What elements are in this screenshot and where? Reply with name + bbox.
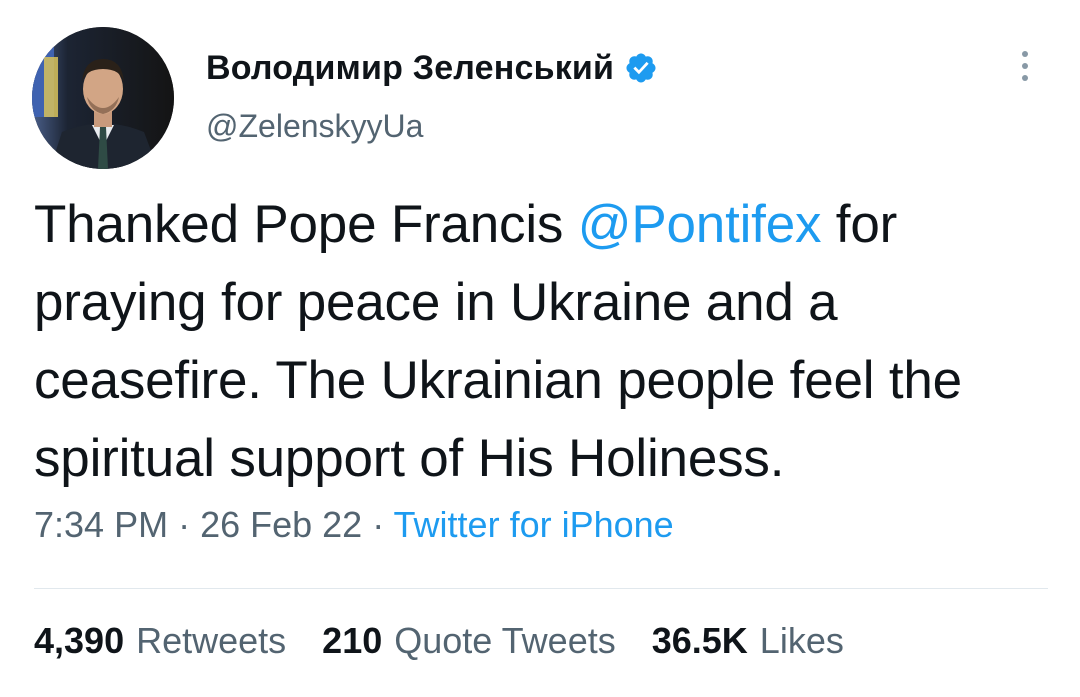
tweet-text: Thanked Pope Francis @Pontifex for prayi…: [34, 186, 1044, 498]
likes-stat[interactable]: 36.5K Likes: [652, 620, 844, 662]
author-handle[interactable]: @ZelenskyyUa: [206, 108, 423, 145]
likes-count: 36.5K: [651, 620, 748, 661]
retweets-label: Retweets: [136, 620, 287, 661]
verified-badge-icon: [624, 51, 658, 85]
retweets-count: 4,390: [34, 620, 125, 661]
retweets-stat[interactable]: 4,390 Retweets: [34, 620, 286, 662]
avatar-photo: [32, 27, 174, 169]
tweet-source-link[interactable]: Twitter for iPhone: [394, 504, 674, 545]
meta-separator: ·: [362, 504, 394, 545]
avatar[interactable]: [32, 27, 174, 169]
tweet-text-part: Thanked Pope Francis: [34, 195, 578, 254]
tweet-stats: 4,390 Retweets 210 Quote Tweets 36.5K Likes: [34, 620, 880, 662]
tweet-meta: 7:34 PM · 26 Feb 22 · Twitter for iPhone: [34, 504, 674, 546]
tweet-date[interactable]: 26 Feb 22: [200, 504, 362, 545]
display-name[interactable]: Володимир Зеленський: [206, 49, 614, 88]
more-vertical-icon[interactable]: [1010, 46, 1040, 86]
meta-separator: ·: [168, 504, 201, 545]
quote-tweets-label: Quote Tweets: [394, 620, 616, 661]
likes-label: Likes: [759, 620, 844, 661]
divider: [34, 588, 1048, 589]
quote-tweets-stat[interactable]: 210 Quote Tweets: [322, 620, 616, 662]
tweet-time[interactable]: 7:34 PM: [34, 504, 168, 545]
quote-tweets-count: 210: [322, 620, 383, 661]
tweet-card: Володимир Зеленський @ZelenskyyUa Thanke…: [0, 0, 1080, 697]
mention-link[interactable]: @Pontifex: [578, 195, 822, 254]
author-name-row: Володимир Зеленський: [206, 44, 658, 92]
